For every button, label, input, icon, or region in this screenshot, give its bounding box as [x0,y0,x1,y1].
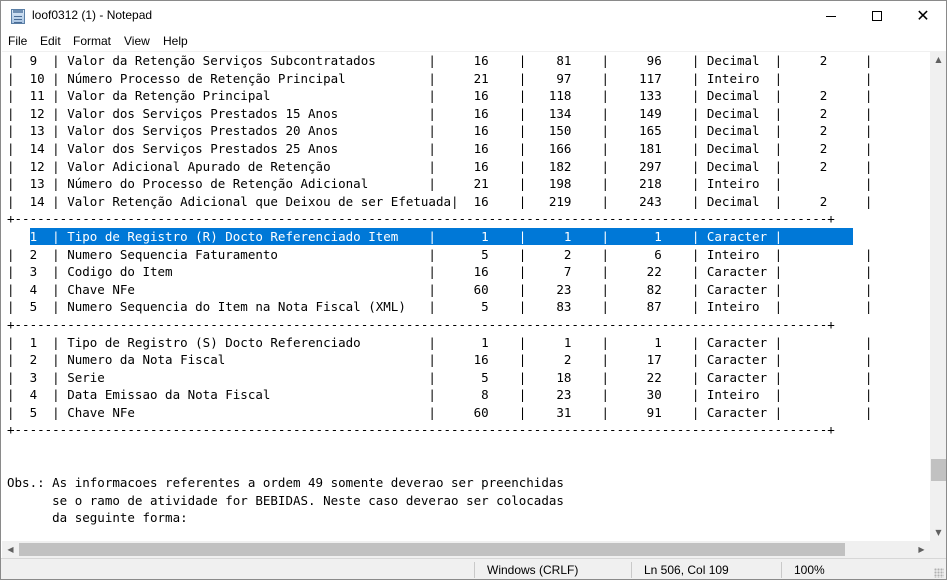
horizontal-scrollbar[interactable]: ◀ ▶ [2,541,930,558]
line-ending-status: Windows (CRLF) [487,563,579,577]
text-line[interactable] [7,457,872,475]
menu-view[interactable]: View [124,34,150,48]
text-line[interactable]: se o ramo de atividade for BEBIDAS. Nest… [7,492,872,510]
text-line[interactable]: | 9 | Valor da Retenção Serviços Subcont… [7,52,872,70]
maximize-icon [872,11,882,21]
text-line[interactable]: | 4 | Data Emissao da Nota Fiscal | 8 | … [7,386,872,404]
text-line[interactable]: | 14 | Valor dos Serviços Prestados 25 A… [7,140,872,158]
notepad-window: loof0312 (1) - Notepad ✕ File Edit Forma… [0,0,947,580]
title-bar[interactable]: loof0312 (1) - Notepad ✕ [1,1,946,31]
status-separator [474,562,475,578]
text-line[interactable]: Obs.: As informacoes referentes a ordem … [7,474,872,492]
text-line[interactable]: +---------------------------------------… [7,316,872,334]
text-line[interactable]: +---------------------------------------… [7,421,872,439]
close-button[interactable]: ✕ [900,1,946,31]
menu-bar: File Edit Format View Help [1,31,946,51]
text-line[interactable]: | 11 | Valor da Retenção Principal | 16 … [7,87,872,105]
scroll-up-icon[interactable]: ▲ [930,51,946,68]
text-line[interactable]: | 5 | Numero Sequencia do Item na Nota F… [7,298,872,316]
text-line[interactable] [7,439,872,457]
text-line[interactable]: | 13 | Valor dos Serviços Prestados 20 A… [7,122,872,140]
status-separator [631,562,632,578]
text-line[interactable]: da seguinte forma: [7,509,872,527]
maximize-button[interactable] [854,1,900,31]
status-bar: Windows (CRLF) Ln 506, Col 109 100% [1,558,946,579]
scroll-down-icon[interactable]: ▼ [930,524,946,541]
minimize-button[interactable] [808,1,854,31]
window-title: loof0312 (1) - Notepad [32,8,153,22]
text-line[interactable]: | 3 | Codigo do Item | 16 | 7 | 22 | Car… [7,263,872,281]
text-line[interactable]: | 13 | Número do Processo de Retenção Ad… [7,175,872,193]
text-line[interactable]: | 2 | Numero Sequencia Faturamento | 5 |… [7,246,872,264]
status-separator [781,562,782,578]
menu-edit[interactable]: Edit [40,34,61,48]
text-line[interactable]: | 3 | Serie | 5 | 18 | 22 | Caracter | | [7,369,872,387]
menu-help[interactable]: Help [163,34,188,48]
close-icon: ✕ [916,6,930,25]
vertical-scrollbar[interactable]: ▲ ▼ [930,51,946,541]
resize-grip-icon[interactable] [934,568,944,578]
scroll-left-icon[interactable]: ◀ [2,541,19,558]
vertical-scroll-thumb[interactable] [931,459,946,481]
selected-text-line[interactable]: | 1 | Tipo de Registro (R) Docto Referen… [7,228,872,246]
scroll-right-icon[interactable]: ▶ [913,541,930,558]
text-line[interactable]: | 4 | Chave NFe | 60 | 23 | 82 | Caracte… [7,281,872,299]
editor-lines: | 9 | Valor da Retenção Serviços Subcont… [7,52,872,527]
zoom-status: 100% [794,563,825,577]
menu-format[interactable]: Format [73,34,111,48]
text-line[interactable]: | 1 | Tipo de Registro (S) Docto Referen… [7,334,872,352]
text-line[interactable]: | 14 | Valor Retenção Adicional que Deix… [7,193,872,211]
text-line[interactable]: | 5 | Chave NFe | 60 | 31 | 91 | Caracte… [7,404,872,422]
notepad-icon [11,9,25,24]
cursor-position-status: Ln 506, Col 109 [644,563,729,577]
menu-file[interactable]: File [8,34,27,48]
text-line[interactable]: | 12 | Valor Adicional Apurado de Retenç… [7,158,872,176]
text-line[interactable]: +---------------------------------------… [7,210,872,228]
text-line[interactable]: | 12 | Valor dos Serviços Prestados 15 A… [7,105,872,123]
text-line[interactable]: | 10 | Número Processo de Retenção Princ… [7,70,872,88]
text-line[interactable]: | 2 | Numero da Nota Fiscal | 16 | 2 | 1… [7,351,872,369]
horizontal-scroll-thumb[interactable] [19,543,845,556]
scrollbar-corner [930,541,946,558]
minimize-icon [826,15,836,17]
text-editor[interactable]: | 9 | Valor da Retenção Serviços Subcont… [2,51,930,541]
